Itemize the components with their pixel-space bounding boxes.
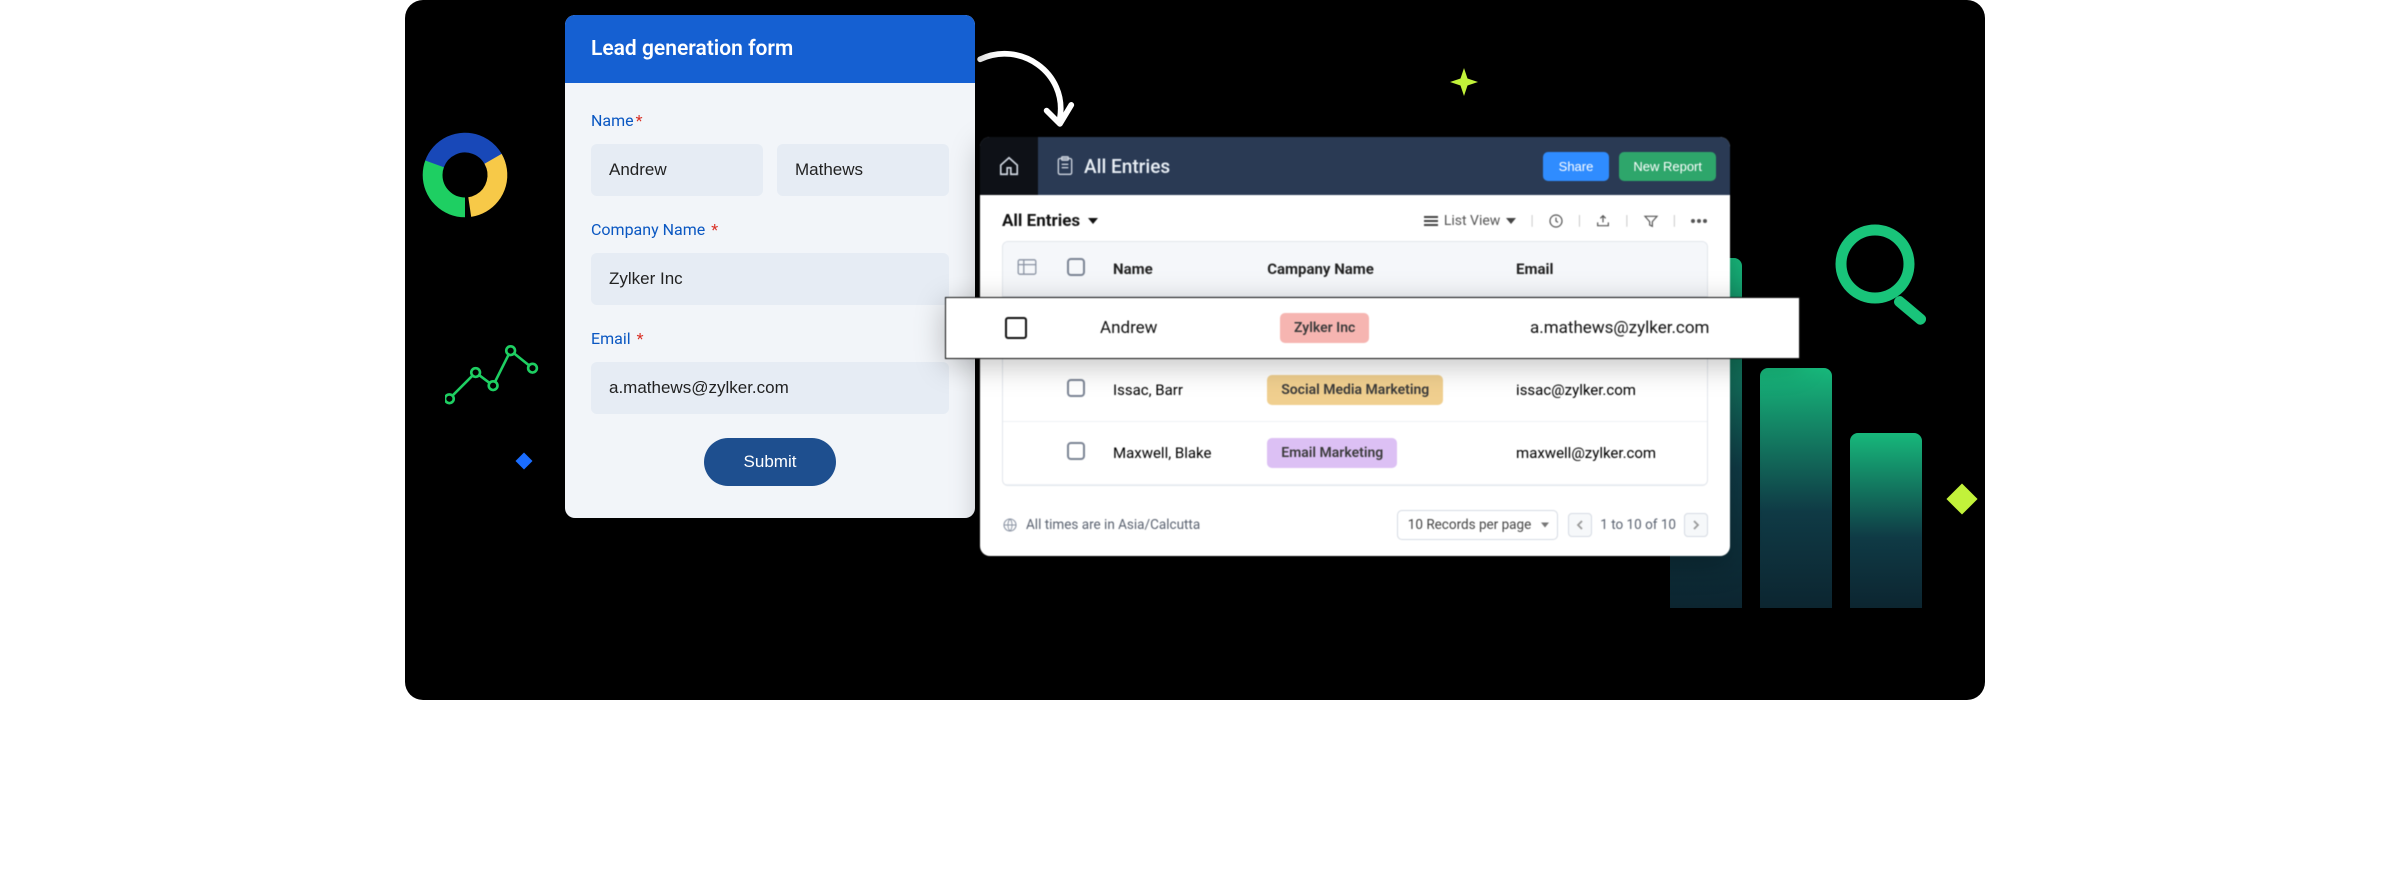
cell-name: Andrew bbox=[1086, 318, 1266, 338]
checkbox-icon[interactable] bbox=[1005, 317, 1027, 339]
topbar-title: All Entries bbox=[1056, 155, 1170, 178]
submit-button[interactable]: Submit bbox=[704, 438, 837, 486]
stage: Lead generation form Name* Company Name … bbox=[405, 0, 1985, 700]
sparkle-icon bbox=[1450, 68, 1478, 96]
chevron-down-icon bbox=[1506, 218, 1516, 224]
records-per-page-dropdown[interactable]: 10 Records per page bbox=[1397, 510, 1558, 540]
list-icon bbox=[1424, 215, 1438, 227]
clock-icon[interactable] bbox=[1548, 213, 1564, 229]
columns-icon bbox=[1017, 259, 1037, 275]
donut-chart-icon bbox=[420, 130, 510, 220]
chevron-down-icon bbox=[1088, 218, 1098, 224]
globe-icon bbox=[1002, 517, 1018, 533]
checkbox-icon bbox=[1067, 258, 1085, 276]
highlighted-row[interactable]: Andrew Zylker Inc a.mathews@zylker.com bbox=[945, 297, 1800, 359]
timezone-note: All times are in Asia/Calcutta bbox=[1026, 517, 1200, 533]
company-label: Company Name * bbox=[591, 220, 949, 239]
column-company[interactable]: Campany Name bbox=[1253, 242, 1502, 297]
list-view-toggle[interactable]: List View bbox=[1424, 213, 1517, 229]
entries-panel: All Entries Share New Report All Entries bbox=[980, 137, 1730, 556]
flow-arrow-icon bbox=[972, 46, 1087, 141]
more-icon[interactable] bbox=[1690, 218, 1708, 224]
pager-text: 1 to 10 of 10 bbox=[1600, 517, 1676, 533]
cell-name: Maxwell, Blake bbox=[1099, 422, 1253, 485]
checkbox-icon[interactable] bbox=[1067, 379, 1085, 397]
entries-dropdown[interactable]: All Entries bbox=[1002, 211, 1098, 231]
cell-name: Issac, Barr bbox=[1099, 359, 1253, 422]
first-name-input[interactable] bbox=[591, 144, 763, 196]
column-name[interactable]: Name bbox=[1099, 242, 1253, 297]
company-chip: Zylker Inc bbox=[1280, 313, 1369, 343]
home-button[interactable] bbox=[980, 137, 1038, 195]
email-label: Email * bbox=[591, 329, 949, 348]
table-row[interactable]: Maxwell, Blake Email Marketing maxwell@z… bbox=[1003, 422, 1707, 485]
entries-toolbar: All Entries List View | | | bbox=[980, 195, 1730, 241]
required-marker: * bbox=[637, 329, 644, 348]
checkbox-icon[interactable] bbox=[1067, 442, 1085, 460]
next-page-button[interactable] bbox=[1684, 513, 1708, 537]
diamond-icon bbox=[1946, 483, 1977, 514]
prev-page-button[interactable] bbox=[1568, 513, 1592, 537]
last-name-input[interactable] bbox=[777, 144, 949, 196]
column-email[interactable]: Email bbox=[1502, 242, 1707, 297]
entries-table: Name Campany Name Email Issac, Barr Soci… bbox=[1002, 241, 1708, 486]
magnifier-icon bbox=[1827, 216, 1947, 336]
cell-email: issac@zylker.com bbox=[1502, 359, 1707, 422]
cell-email: a.mathews@zylker.com bbox=[1516, 318, 1799, 338]
sparkline-icon bbox=[445, 335, 550, 410]
new-report-button[interactable]: New Report bbox=[1619, 152, 1716, 181]
entries-footer: All times are in Asia/Calcutta 10 Record… bbox=[980, 500, 1730, 556]
required-marker: * bbox=[711, 220, 718, 239]
company-chip: Social Media Marketing bbox=[1267, 375, 1443, 405]
email-input[interactable] bbox=[591, 362, 949, 414]
column-drag bbox=[1003, 242, 1053, 297]
required-marker: * bbox=[636, 111, 643, 130]
table-row[interactable]: Issac, Barr Social Media Marketing issac… bbox=[1003, 359, 1707, 422]
clipboard-icon bbox=[1056, 156, 1074, 176]
column-select-all[interactable] bbox=[1053, 242, 1099, 297]
company-input[interactable] bbox=[591, 253, 949, 305]
filter-icon[interactable] bbox=[1643, 213, 1659, 229]
diamond-icon bbox=[516, 453, 533, 470]
form-title: Lead generation form bbox=[565, 15, 975, 83]
pager: 1 to 10 of 10 bbox=[1568, 513, 1708, 537]
company-chip: Email Marketing bbox=[1267, 438, 1397, 468]
entries-table-wrap: Name Campany Name Email Issac, Barr Soci… bbox=[980, 241, 1730, 500]
lead-generation-form: Lead generation form Name* Company Name … bbox=[565, 15, 975, 518]
entries-topbar: All Entries Share New Report bbox=[980, 137, 1730, 195]
name-label: Name* bbox=[591, 111, 949, 130]
home-icon bbox=[998, 155, 1020, 177]
cell-email: maxwell@zylker.com bbox=[1502, 422, 1707, 485]
export-icon[interactable] bbox=[1595, 213, 1611, 229]
share-button[interactable]: Share bbox=[1543, 152, 1610, 181]
